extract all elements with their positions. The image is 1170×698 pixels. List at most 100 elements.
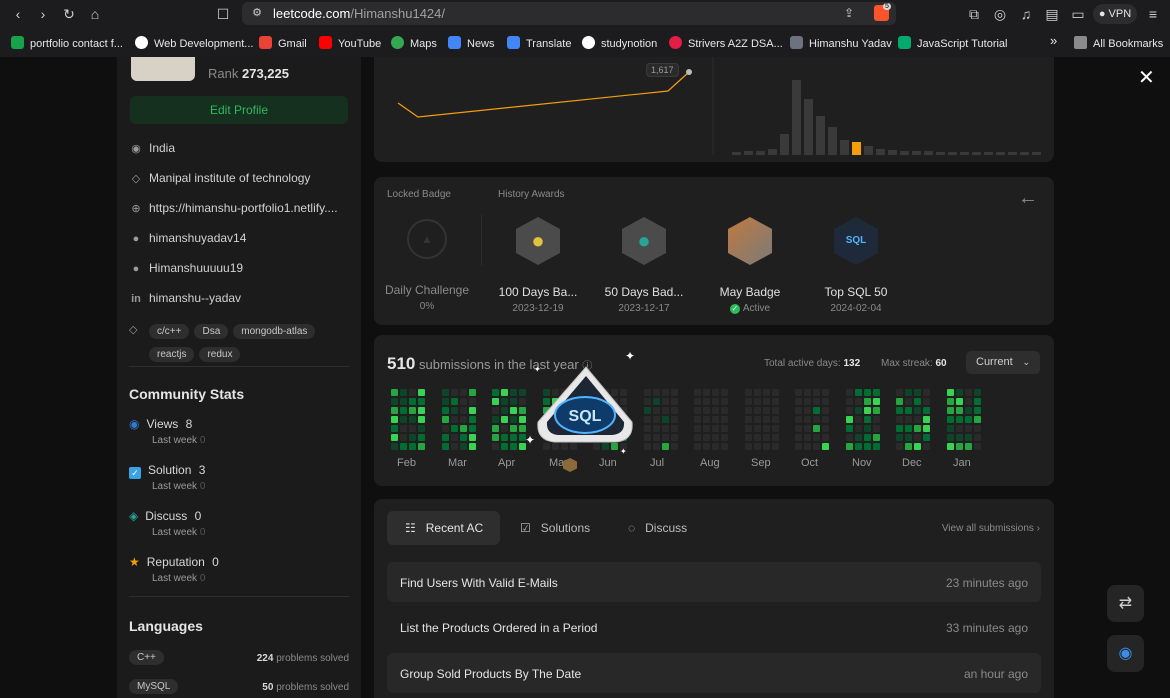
heatmap-cell[interactable] — [501, 443, 508, 450]
heatmap-cell[interactable] — [644, 425, 651, 432]
heatmap-cell[interactable] — [846, 416, 853, 423]
heatmap-cell[interactable] — [400, 389, 407, 396]
heatmap-cell[interactable] — [896, 416, 903, 423]
heatmap-cell[interactable] — [846, 407, 853, 414]
heatmap-cell[interactable] — [469, 425, 476, 432]
heatmap-cell[interactable] — [896, 398, 903, 405]
heatmap-cell[interactable] — [923, 398, 930, 405]
heatmap-cell[interactable] — [409, 425, 416, 432]
heatmap-cell[interactable] — [510, 389, 517, 396]
heatmap-cell[interactable] — [460, 407, 467, 414]
heatmap-cell[interactable] — [795, 425, 802, 432]
heatmap-cell[interactable] — [671, 425, 678, 432]
heatmap-cell[interactable] — [469, 434, 476, 441]
heatmap-cell[interactable] — [965, 425, 972, 432]
heatmap-cell[interactable] — [846, 443, 853, 450]
heatmap-cell[interactable] — [391, 443, 398, 450]
heatmap-cell[interactable] — [956, 389, 963, 396]
bookmark-item[interactable]: Strivers A2Z DSA... — [669, 36, 783, 50]
heatmap-cell[interactable] — [914, 416, 921, 423]
heatmap-cell[interactable] — [923, 443, 930, 450]
heatmap-cell[interactable] — [662, 389, 669, 396]
heatmap-cell[interactable] — [822, 443, 829, 450]
heatmap-cell[interactable] — [510, 443, 517, 450]
heatmap-cell[interactable] — [501, 407, 508, 414]
swap-icon[interactable]: ⇄ — [1107, 585, 1144, 622]
heatmap-cell[interactable] — [703, 389, 710, 396]
heatmap-cell[interactable] — [671, 416, 678, 423]
heatmap-cell[interactable] — [923, 434, 930, 441]
heatmap-cell[interactable] — [822, 416, 829, 423]
heatmap-cell[interactable] — [442, 407, 449, 414]
heatmap-cell[interactable] — [510, 434, 517, 441]
heatmap-cell[interactable] — [460, 443, 467, 450]
heatmap-cell[interactable] — [492, 389, 499, 396]
heatmap-cell[interactable] — [671, 443, 678, 450]
heatmap-cell[interactable] — [923, 416, 930, 423]
heatmap-cell[interactable] — [451, 443, 458, 450]
heatmap-cell[interactable] — [772, 416, 779, 423]
heatmap-cell[interactable] — [855, 443, 862, 450]
heatmap-cell[interactable] — [409, 389, 416, 396]
heatmap-cell[interactable] — [501, 416, 508, 423]
heatmap-cell[interactable] — [855, 398, 862, 405]
heatmap-cell[interactable] — [956, 416, 963, 423]
heatmap-cell[interactable] — [813, 416, 820, 423]
heatmap-cell[interactable] — [864, 425, 871, 432]
heatmap-cell[interactable] — [965, 443, 972, 450]
heatmap-cell[interactable] — [905, 425, 912, 432]
heatmap-cell[interactable] — [846, 398, 853, 405]
heatmap-cell[interactable] — [804, 416, 811, 423]
reload-icon[interactable]: ↻ — [60, 5, 78, 23]
heatmap-cell[interactable] — [745, 443, 752, 450]
heatmap-cell[interactable] — [460, 389, 467, 396]
heatmap-cell[interactable] — [965, 398, 972, 405]
heatmap-cell[interactable] — [804, 434, 811, 441]
heatmap-cell[interactable] — [754, 398, 761, 405]
heatmap-cell[interactable] — [754, 416, 761, 423]
heatmap-cell[interactable] — [694, 443, 701, 450]
heatmap-cell[interactable] — [763, 389, 770, 396]
bookmark-item[interactable]: JavaScript Tutorial — [898, 36, 1007, 50]
heatmap-cell[interactable] — [804, 398, 811, 405]
heatmap-cell[interactable] — [662, 398, 669, 405]
skill-tag[interactable]: Dsa — [194, 324, 229, 339]
heatmap-cell[interactable] — [804, 407, 811, 414]
heatmap-cell[interactable] — [822, 425, 829, 432]
back-icon[interactable]: ‹ — [9, 5, 27, 23]
heatmap-cell[interactable] — [923, 425, 930, 432]
heatmap-cell[interactable] — [694, 425, 701, 432]
heatmap-cell[interactable] — [956, 398, 963, 405]
heatmap-cell[interactable] — [772, 434, 779, 441]
tab-discuss[interactable]: ◌ Discuss — [616, 511, 716, 545]
heatmap-cell[interactable] — [653, 434, 660, 441]
heatmap-cell[interactable] — [965, 416, 972, 423]
heatmap-cell[interactable] — [795, 434, 802, 441]
heatmap-cell[interactable] — [956, 425, 963, 432]
heatmap-cell[interactable] — [469, 398, 476, 405]
heatmap-cell[interactable] — [813, 425, 820, 432]
heatmap-cell[interactable] — [510, 398, 517, 405]
heatmap-cell[interactable] — [721, 398, 728, 405]
view-all-submissions-link[interactable]: View all submissions › — [942, 523, 1040, 534]
heatmap-cell[interactable] — [653, 407, 660, 414]
heatmap-cell[interactable] — [914, 389, 921, 396]
range-select[interactable]: Current ⌄ — [966, 351, 1040, 374]
heatmap-cell[interactable] — [974, 389, 981, 396]
heatmap-cell[interactable] — [492, 425, 499, 432]
badge-top-sql-50[interactable]: SQL Top SQL 50 2024-02-04 — [806, 217, 906, 314]
heatmap-cell[interactable] — [703, 443, 710, 450]
heatmap-cell[interactable] — [721, 407, 728, 414]
heatmap-cell[interactable] — [956, 443, 963, 450]
heatmap-cell[interactable] — [846, 425, 853, 432]
heatmap-cell[interactable] — [400, 416, 407, 423]
home-icon[interactable]: ⌂ — [86, 5, 104, 23]
heatmap-cell[interactable] — [391, 416, 398, 423]
heatmap-cell[interactable] — [763, 407, 770, 414]
website-row[interactable]: ⊕ https://himanshu-portfolio1.netlify.... — [129, 201, 337, 215]
heatmap-cell[interactable] — [400, 407, 407, 414]
heatmap-cell[interactable] — [947, 389, 954, 396]
heatmap-cell[interactable] — [451, 407, 458, 414]
heatmap-cell[interactable] — [510, 416, 517, 423]
heatmap-cell[interactable] — [644, 389, 651, 396]
